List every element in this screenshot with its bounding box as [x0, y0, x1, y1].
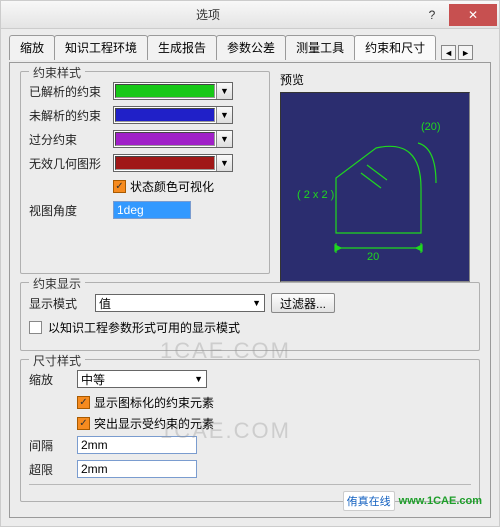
swatch-resolved: [115, 84, 215, 98]
footer-brand: 侑真在线 www.1CAE.com: [343, 491, 482, 511]
select-display-mode[interactable]: 值 ▼: [95, 294, 265, 312]
client-area: 缩放 知识工程环境 生成报告 参数公差 测量工具 约束和尺寸 ◄ ► 约束样式 …: [0, 28, 500, 527]
label-resolved-constraint: 已解析的约束: [29, 83, 107, 100]
checkbox-ke-format[interactable]: [29, 321, 42, 334]
tab-generate-report[interactable]: 生成报告: [147, 35, 217, 60]
label-over-constraint: 过分约束: [29, 131, 107, 148]
chevron-down-icon: ▼: [194, 374, 203, 384]
swatch-invalid: [115, 156, 215, 170]
select-zoom-value: 中等: [81, 371, 105, 388]
tab-scroll-nav: ◄ ►: [441, 45, 473, 60]
chevron-down-icon: ▼: [216, 155, 232, 171]
color-over-constraint[interactable]: ▼: [113, 130, 233, 148]
button-filter[interactable]: 过滤器...: [271, 293, 335, 313]
label-overrun: 超限: [29, 461, 71, 478]
label-unresolved-constraint: 未解析的约束: [29, 107, 107, 124]
chevron-down-icon: ▼: [216, 83, 232, 99]
checkbox-state-color-visual[interactable]: ✓: [113, 180, 126, 193]
group-title-dimension-style: 尺寸样式: [29, 352, 85, 369]
dim-bottom: 20: [367, 251, 379, 263]
preview-canvas: (20) ( 2 x 2 ) 20: [280, 92, 470, 282]
dim-top: (20): [421, 121, 441, 133]
chevron-down-icon: ▼: [216, 107, 232, 123]
chevron-down-icon: ▼: [216, 131, 232, 147]
select-zoom[interactable]: 中等 ▼: [77, 370, 207, 388]
checkbox-show-marked[interactable]: ✓: [77, 396, 90, 409]
group-constraint-style: 约束样式 已解析的约束 ▼ 未解析的约束 ▼ 过分约束: [20, 71, 270, 274]
close-button[interactable]: ✕: [449, 4, 497, 26]
label-display-mode: 显示模式: [29, 295, 89, 312]
checkbox-highlight-constrained[interactable]: ✓: [77, 417, 90, 430]
color-invalid-geometry[interactable]: ▼: [113, 154, 233, 172]
footer-url: www.1CAE.com: [399, 495, 482, 507]
label-zoom: 缩放: [29, 371, 71, 388]
tab-param-tolerance[interactable]: 参数公差: [216, 35, 286, 60]
divider: [29, 484, 471, 485]
window-title: 选项: [1, 6, 415, 23]
label-ke-format: 以知识工程参数形式可用的显示模式: [48, 319, 240, 336]
tab-scroll-right[interactable]: ►: [458, 45, 473, 60]
color-unresolved-constraint[interactable]: ▼: [113, 106, 233, 124]
label-preview: 预览: [280, 71, 480, 88]
tab-panel: 约束样式 已解析的约束 ▼ 未解析的约束 ▼ 过分约束: [9, 62, 491, 518]
label-highlight-constrained: 突出显示受约束的元素: [94, 415, 214, 432]
help-button[interactable]: ?: [415, 4, 449, 26]
input-gap[interactable]: 2mm: [77, 436, 197, 454]
label-gap: 间隔: [29, 437, 71, 454]
group-constraint-display: 约束显示 显示模式 值 ▼ 过滤器... 以知识工程参数形式可用的显示模式: [20, 282, 480, 351]
chevron-down-icon: ▼: [252, 298, 261, 308]
titlebar: 选项 ? ✕: [0, 0, 500, 28]
tab-knowledge-env[interactable]: 知识工程环境: [54, 35, 148, 60]
tab-constraints-dimensions[interactable]: 约束和尺寸: [354, 35, 436, 60]
label-view-angle: 视图角度: [29, 202, 107, 219]
tab-strip: 缩放 知识工程环境 生成报告 参数公差 测量工具 约束和尺寸 ◄ ►: [9, 35, 491, 60]
tab-measure-tools[interactable]: 测量工具: [285, 35, 355, 60]
input-view-angle[interactable]: 1deg: [113, 201, 191, 219]
tab-zoom[interactable]: 缩放: [9, 35, 55, 60]
dim-left: ( 2 x 2 ): [297, 189, 334, 201]
label-show-marked: 显示图标化的约束元素: [94, 394, 214, 411]
footer-brand-text: 侑真在线: [343, 491, 395, 511]
group-title-constraint-style: 约束样式: [29, 64, 85, 81]
color-resolved-constraint[interactable]: ▼: [113, 82, 233, 100]
input-overrun[interactable]: 2mm: [77, 460, 197, 478]
swatch-unresolved: [115, 108, 215, 122]
group-title-constraint-display: 约束显示: [29, 275, 85, 292]
group-dimension-style: 尺寸样式 缩放 中等 ▼ ✓ 显示图标化的约束元素 ✓ 突出显示受约束的元素 间…: [20, 359, 480, 502]
swatch-over: [115, 132, 215, 146]
preview-area: 预览 (20): [280, 71, 480, 282]
tab-scroll-left[interactable]: ◄: [441, 45, 456, 60]
label-invalid-geometry: 无效几何图形: [29, 155, 107, 172]
select-display-mode-value: 值: [99, 295, 111, 312]
label-state-color-visual: 状态颜色可视化: [130, 178, 214, 195]
